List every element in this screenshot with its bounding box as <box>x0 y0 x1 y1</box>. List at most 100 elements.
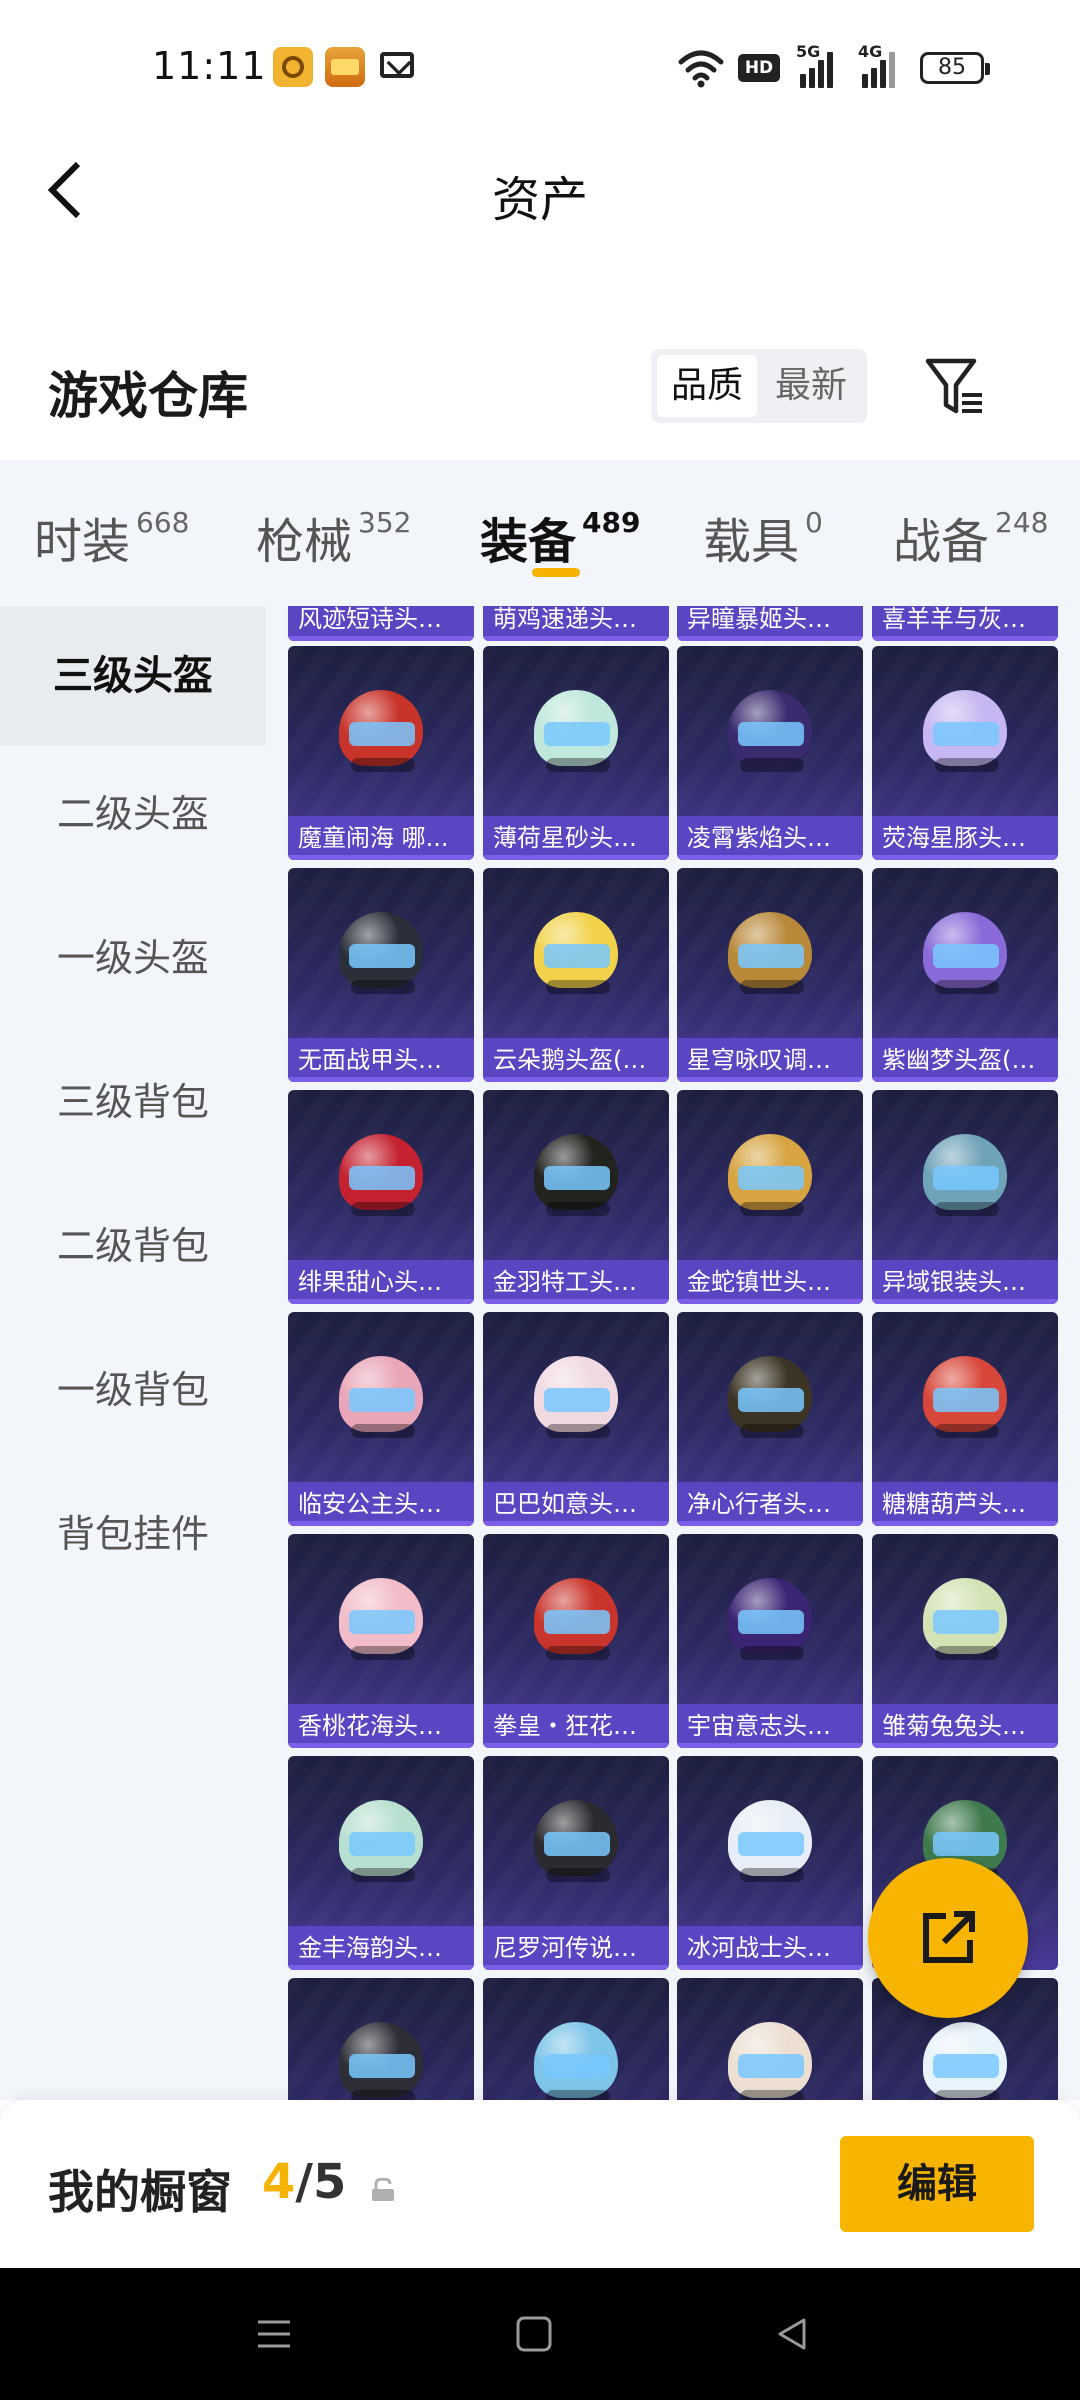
item-card[interactable]: 净心行者头盔... <box>677 1312 863 1526</box>
sidebar-item-level3-backpack[interactable]: 三级背包 <box>0 1032 266 1172</box>
status-time: 11:11 <box>152 44 267 88</box>
item-label: 绯果甜心头盔... <box>288 1260 474 1304</box>
sidebar-item-level1-helmet[interactable]: 一级头盔 <box>0 888 266 1028</box>
item-label: 雏菊兔兔头盔... <box>872 1704 1058 1748</box>
sidebar-item-level2-backpack[interactable]: 二级背包 <box>0 1176 266 1316</box>
helmet-icon <box>526 1796 626 1896</box>
item-card[interactable]: 雏菊兔兔头盔... <box>872 1534 1058 1748</box>
item-card[interactable]: 魔童闹海 哪... <box>288 646 474 860</box>
back-nav-icon[interactable] <box>772 2314 812 2354</box>
item-card[interactable]: 糖糖葫芦头盔... <box>872 1312 1058 1526</box>
item-label: 异瞳暴姬头盔... <box>677 606 863 641</box>
tab-equipment[interactable]: 装备 489 <box>480 502 640 572</box>
tab-fashion[interactable]: 时装 668 <box>34 502 189 572</box>
tab-name: 载具 <box>703 514 800 570</box>
item-card[interactable]: 异域银装头盔... <box>872 1090 1058 1304</box>
item-card[interactable]: 临安公主头盔... <box>288 1312 474 1526</box>
item-label: 尼罗河传说头... <box>483 1926 669 1970</box>
active-tab-indicator <box>532 568 580 577</box>
tab-name: 枪械 <box>256 514 353 570</box>
item-card[interactable]: 金羽特工头盔... <box>483 1090 669 1304</box>
helmet-icon <box>331 1130 431 1230</box>
signal-4g-icon: 4G <box>858 42 896 88</box>
item-card[interactable]: 宇宙意志头盔... <box>677 1534 863 1748</box>
page-title: 资产 <box>491 172 588 228</box>
item-label: 临安公主头盔... <box>288 1482 474 1526</box>
item-label: 紫幽梦头盔(3... <box>872 1038 1058 1082</box>
sort-option-quality[interactable]: 品质 <box>657 355 757 417</box>
item-card[interactable]: 云朵鹅头盔(3... <box>483 868 669 1082</box>
notification-game-icon <box>325 47 365 87</box>
item-card[interactable] <box>677 1978 863 2100</box>
helmet-icon <box>331 1352 431 1452</box>
item-card[interactable]: 荧海星豚头盔... <box>872 646 1058 860</box>
helmet-icon <box>331 908 431 1008</box>
sort-toggle: 品质 最新 <box>651 349 867 423</box>
item-label: 荧海星豚头盔... <box>872 816 1058 860</box>
helmet-icon <box>331 1574 431 1674</box>
item-card[interactable]: 无面战甲头盔... <box>288 868 474 1082</box>
item-card[interactable]: 喜羊羊与灰太... <box>872 606 1058 641</box>
menu-icon[interactable] <box>254 2314 294 2354</box>
item-card[interactable]: 薄荷星砂头盔... <box>483 646 669 860</box>
item-card[interactable]: 拳皇・狂花道... <box>483 1534 669 1748</box>
item-label: 薄荷星砂头盔... <box>483 816 669 860</box>
share-button[interactable] <box>868 1858 1028 2018</box>
item-card[interactable]: 风迹短诗头盔... <box>288 606 474 641</box>
item-label: 糖糖葫芦头盔... <box>872 1482 1058 1526</box>
item-card[interactable]: 尼罗河传说头... <box>483 1756 669 1970</box>
home-icon[interactable] <box>514 2314 554 2354</box>
showcase-label: 我的橱窗 <box>48 2165 232 2219</box>
helmet-icon <box>331 1796 431 1896</box>
tab-count: 352 <box>358 506 412 539</box>
item-card[interactable]: 香桃花海头盔... <box>288 1534 474 1748</box>
tab-count: 0 <box>805 506 823 539</box>
sidebar-item-backpack-pendant[interactable]: 背包挂件 <box>0 1464 266 1604</box>
tab-gear[interactable]: 战备 248 <box>893 502 1048 572</box>
sidebar-item-level2-helmet[interactable]: 二级头盔 <box>0 744 266 884</box>
mail-icon <box>380 52 414 78</box>
tab-count: 668 <box>136 506 190 539</box>
showcase-separator: / <box>295 2154 313 2210</box>
showcase-current: 4 <box>262 2154 296 2210</box>
item-card[interactable]: 巴巴如意头盔... <box>483 1312 669 1526</box>
item-card[interactable]: 金丰海韵头盔... <box>288 1756 474 1970</box>
item-label: 星穹咏叹调头... <box>677 1038 863 1082</box>
tab-weapons[interactable]: 枪械 352 <box>256 502 411 572</box>
wifi-icon <box>678 48 724 88</box>
sidebar-item-level1-backpack[interactable]: 一级背包 <box>0 1320 266 1460</box>
helmet-icon <box>526 686 626 786</box>
showcase-total: 5 <box>312 2154 347 2210</box>
sidebar: 三级头盔 二级头盔 一级头盔 三级背包 二级背包 一级背包 背包挂件 <box>0 606 266 2100</box>
item-card[interactable]: 绯果甜心头盔... <box>288 1090 474 1304</box>
item-card[interactable]: 异瞳暴姬头盔... <box>677 606 863 641</box>
helmet-icon <box>720 2018 820 2100</box>
item-label: 冰河战士头盔... <box>677 1926 863 1970</box>
tab-vehicles[interactable]: 载具 0 <box>703 502 823 572</box>
helmet-icon <box>915 1352 1015 1452</box>
item-card[interactable]: 凌霄紫焰头盔... <box>677 646 863 860</box>
edit-button[interactable]: 编辑 <box>840 2136 1034 2232</box>
item-label: 风迹短诗头盔... <box>288 606 474 641</box>
item-label: 凌霄紫焰头盔... <box>677 816 863 860</box>
item-card[interactable]: 星穹咏叹调头... <box>677 868 863 1082</box>
item-card[interactable]: 萌鸡速递头盔... <box>483 606 669 641</box>
helmet-icon <box>720 1130 820 1230</box>
sort-option-latest[interactable]: 最新 <box>761 355 861 417</box>
item-card[interactable]: 冰河战士头盔... <box>677 1756 863 1970</box>
tab-name: 战备 <box>893 514 990 570</box>
filter-icon <box>925 358 982 414</box>
item-card[interactable] <box>288 1978 474 2100</box>
filter-button[interactable] <box>922 355 986 419</box>
item-card[interactable] <box>483 1978 669 2100</box>
sidebar-item-level3-helmet[interactable]: 三级头盔 <box>0 606 266 746</box>
item-label: 金羽特工头盔... <box>483 1260 669 1304</box>
item-card[interactable]: 紫幽梦头盔(3... <box>872 868 1058 1082</box>
battery-indicator: 85 <box>920 52 990 84</box>
item-card[interactable]: 金蛇镇世头盔... <box>677 1090 863 1304</box>
showcase-bar: 我的橱窗 4/5 编辑 <box>0 2100 1080 2268</box>
item-label: 喜羊羊与灰太... <box>872 606 1058 641</box>
item-label: 金丰海韵头盔... <box>288 1926 474 1970</box>
item-label: 宇宙意志头盔... <box>677 1704 863 1748</box>
item-label: 香桃花海头盔... <box>288 1704 474 1748</box>
